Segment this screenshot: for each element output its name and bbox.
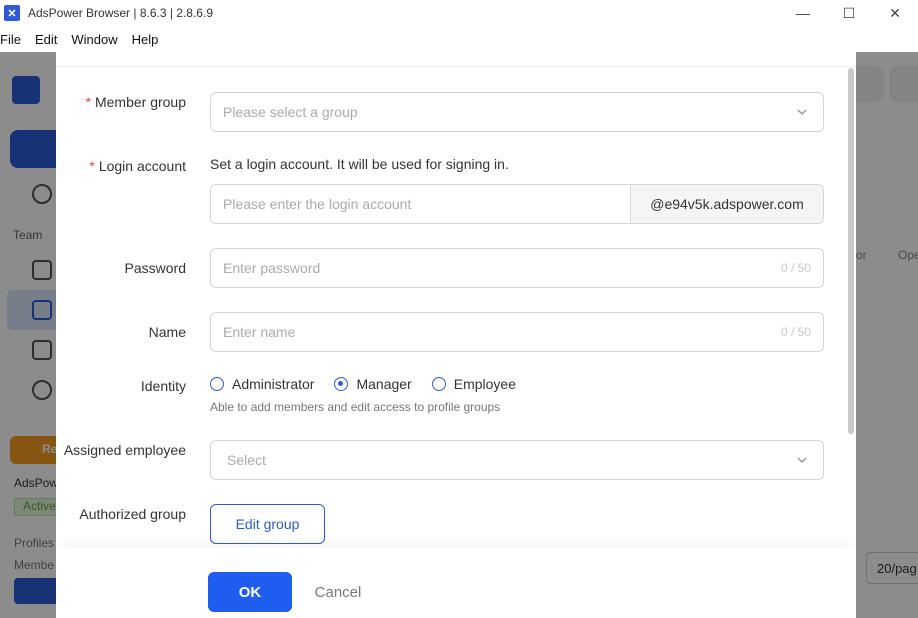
- menu-file[interactable]: File: [0, 32, 21, 47]
- login-account-field[interactable]: @e94v5k.adspower.com: [210, 184, 824, 224]
- member-group-select[interactable]: [210, 92, 824, 132]
- menu-help[interactable]: Help: [132, 32, 159, 47]
- name-char-counter: 0 / 50: [780, 325, 811, 339]
- name-input[interactable]: [211, 313, 711, 351]
- chevron-down-icon: [797, 109, 807, 116]
- required-mark: *: [85, 94, 91, 110]
- name-label: Name: [148, 324, 186, 340]
- title-bar: ✕ AdsPower Browser | 8.6.3 | 2.8.6.9 — ☐…: [0, 0, 918, 26]
- identity-option-employee[interactable]: Employee: [431, 376, 516, 392]
- password-field[interactable]: 0 / 50: [210, 248, 824, 288]
- add-member-modal: *Member group *Login account Set a login…: [56, 52, 856, 618]
- window-title: AdsPower Browser | 8.6.3 | 2.8.6.9: [28, 6, 213, 20]
- login-account-input[interactable]: [211, 185, 631, 223]
- radio-checked-icon: [334, 377, 349, 391]
- password-char-counter: 0 / 50: [780, 261, 811, 275]
- window-controls: — ☐ ✕: [780, 0, 918, 26]
- assigned-employee-label: Assigned employee: [63, 442, 186, 458]
- chevron-down-icon: [797, 457, 807, 464]
- authorized-group-label: Authorized group: [79, 506, 186, 522]
- maximize-button[interactable]: ☐: [826, 0, 872, 26]
- cancel-button[interactable]: Cancel: [302, 572, 374, 612]
- close-button[interactable]: ✕: [872, 0, 918, 26]
- identity-option-manager[interactable]: Manager: [334, 376, 412, 392]
- identity-hint: Able to add members and edit access to p…: [210, 400, 501, 414]
- menu-bar: File Edit Window Help: [0, 26, 918, 52]
- modal-footer: OK Cancel: [56, 548, 856, 618]
- login-account-label: * Login account: [89, 158, 186, 174]
- menu-edit[interactable]: Edit: [35, 32, 57, 47]
- assigned-employee-select[interactable]: [210, 440, 824, 480]
- minimize-button[interactable]: —: [780, 0, 826, 26]
- assigned-employee-input[interactable]: [211, 441, 711, 479]
- password-input[interactable]: [211, 249, 711, 287]
- identity-radio-group: Administrator Manager Employee: [210, 376, 536, 392]
- edit-group-button[interactable]: Edit group: [210, 504, 325, 544]
- required-mark: *: [89, 158, 95, 174]
- identity-option-administrator[interactable]: Administrator: [210, 376, 314, 392]
- radio-unchecked-icon: [210, 377, 224, 391]
- password-label: Password: [124, 260, 186, 276]
- ok-button[interactable]: OK: [208, 572, 292, 612]
- adspower-logo-icon: ✕: [4, 5, 20, 21]
- modal-divider: [56, 66, 856, 67]
- member-group-input[interactable]: [211, 93, 711, 131]
- name-field[interactable]: 0 / 50: [210, 312, 824, 352]
- login-account-domain-suffix: @e94v5k.adspower.com: [630, 185, 823, 223]
- radio-unchecked-icon: [431, 377, 446, 391]
- menu-window[interactable]: Window: [71, 32, 117, 47]
- identity-label: Identity: [140, 378, 186, 394]
- member-group-label: * Member group: [85, 94, 187, 110]
- login-account-hint: Set a login account. It will be used for…: [210, 156, 509, 172]
- modal-scrollbar[interactable]: [848, 68, 854, 434]
